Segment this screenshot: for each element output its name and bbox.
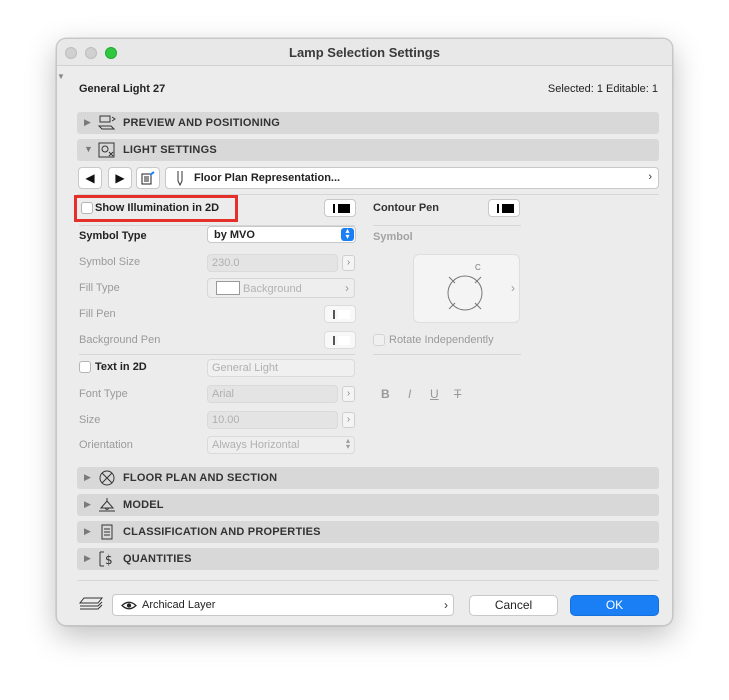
bold-button[interactable]: B xyxy=(381,387,390,401)
page-tree-button[interactable] xyxy=(136,167,160,189)
expand-arrow-icon: ▶ xyxy=(84,526,91,536)
lamp-selection-settings-dialog: Lamp Selection Settings ▼ General Light … xyxy=(56,38,673,626)
orientation-value: Always Horizontal xyxy=(212,439,300,451)
size-field[interactable]: 10.00 xyxy=(207,411,338,429)
background-pen-button[interactable] xyxy=(324,331,356,349)
title-bar: Lamp Selection Settings xyxy=(57,39,672,66)
layer-name: Archicad Layer xyxy=(142,599,216,611)
selection-info: Selected: 1 Editable: 1 xyxy=(547,83,658,95)
object-name: General Light 27 xyxy=(79,83,166,95)
symbol-size-field[interactable]: 230.0 xyxy=(207,254,338,272)
strikethrough-button[interactable]: T xyxy=(454,387,461,401)
fill-pen-label: Fill Pen xyxy=(79,308,116,320)
font-type-label: Font Type xyxy=(79,388,128,400)
chevron-right-icon: › xyxy=(648,171,652,183)
pen-tool-icon xyxy=(177,171,183,187)
divider xyxy=(373,354,521,355)
fill-pen-button[interactable] xyxy=(324,305,356,323)
size-label: Size xyxy=(79,414,101,426)
divider xyxy=(373,225,521,226)
orientation-label: Orientation xyxy=(79,439,133,451)
layer-selector[interactable]: Archicad Layer › xyxy=(112,594,454,616)
collapse-arrow-icon: ▼ xyxy=(84,144,93,154)
symbol-size-arrow-button[interactable]: › xyxy=(342,255,355,271)
symbol-type-value: by MVO xyxy=(214,229,255,241)
rotate-independently-checkbox[interactable] xyxy=(373,334,385,346)
rotate-independently-label: Rotate Independently xyxy=(389,334,494,346)
text-in-2d-checkbox[interactable] xyxy=(79,361,91,373)
layer-icon xyxy=(78,597,104,610)
classification-icon xyxy=(101,524,113,540)
floor-plan-icon xyxy=(99,470,115,486)
section-model[interactable]: ▶ MODEL xyxy=(77,494,659,516)
select-arrows-icon: ▴ ▾ xyxy=(341,227,354,241)
text-in-2d-label: Text in 2D xyxy=(95,361,147,373)
background-pen-label: Background Pen xyxy=(79,334,161,346)
page-selector-label: Floor Plan Representation... xyxy=(194,172,341,184)
show-illumination-label: Show Illumination in 2D xyxy=(95,202,220,214)
text-in-2d-field[interactable]: General Light xyxy=(207,359,355,377)
next-page-button[interactable]: ▶ xyxy=(108,167,132,189)
cancel-button[interactable]: Cancel xyxy=(469,595,558,616)
section-preview-and-positioning[interactable]: ▶ PREVIEW AND POSITIONING xyxy=(77,112,659,134)
lamp-symbol-icon xyxy=(447,275,483,311)
expand-arrow-icon: ▶ xyxy=(84,499,91,509)
expand-arrow-icon: ▶ xyxy=(84,117,91,127)
symbol-preview-box[interactable]: C › xyxy=(413,254,520,323)
chevron-right-icon: › xyxy=(444,598,448,612)
illumination-pen-button[interactable] xyxy=(324,199,356,217)
chevron-right-icon: › xyxy=(511,281,515,295)
contour-pen-button[interactable] xyxy=(488,199,520,217)
underline-button[interactable]: U xyxy=(430,387,439,401)
page-selector-dropdown[interactable]: Floor Plan Representation... › xyxy=(165,167,659,189)
divider xyxy=(77,580,659,581)
eye-icon xyxy=(121,601,137,610)
symbol-type-label: Symbol Type xyxy=(79,230,147,242)
italic-button[interactable]: I xyxy=(408,387,411,401)
orientation-select[interactable]: Always Horizontal ▴ ▾ xyxy=(207,436,355,454)
section-label: QUANTITIES xyxy=(123,553,192,565)
divider xyxy=(79,354,355,355)
expand-arrow-icon: ▶ xyxy=(84,553,91,563)
size-arrow-button[interactable]: › xyxy=(342,412,355,428)
fill-type-value: Background xyxy=(243,283,302,295)
contour-pen-label: Contour Pen xyxy=(373,202,439,214)
section-label: LIGHT SETTINGS xyxy=(123,144,217,156)
fill-type-label: Fill Type xyxy=(79,282,120,294)
fill-type-select[interactable]: Background › xyxy=(207,278,355,298)
section-light-settings[interactable]: ▼ LIGHT SETTINGS xyxy=(77,139,659,161)
section-label: PREVIEW AND POSITIONING xyxy=(123,117,280,129)
fill-swatch xyxy=(216,281,240,295)
section-label: CLASSIFICATION AND PROPERTIES xyxy=(123,526,321,538)
svg-text:$: $ xyxy=(105,553,113,567)
page-tree-icon xyxy=(141,171,155,185)
panel-collapse-marker[interactable]: ▼ xyxy=(57,72,65,81)
symbol-size-label: Symbol Size xyxy=(79,256,141,268)
font-type-field[interactable]: Arial xyxy=(207,385,338,403)
quantities-icon: $ xyxy=(99,551,113,567)
expand-arrow-icon: ▶ xyxy=(84,472,91,482)
section-classification-and-properties[interactable]: ▶ CLASSIFICATION AND PROPERTIES xyxy=(77,521,659,543)
font-type-arrow-button[interactable]: › xyxy=(342,386,355,402)
symbol-preview-letter: C xyxy=(475,263,481,272)
light-settings-icon xyxy=(98,142,115,158)
chevron-right-icon: › xyxy=(345,281,349,295)
symbol-label: Symbol xyxy=(373,231,413,243)
section-label: FLOOR PLAN AND SECTION xyxy=(123,472,278,484)
preview-positioning-icon xyxy=(97,115,116,130)
previous-page-button[interactable]: ◀ xyxy=(78,167,102,189)
lamp-model-icon xyxy=(99,498,115,512)
section-label: MODEL xyxy=(123,499,164,511)
select-arrows-icon: ▴ ▾ xyxy=(345,436,350,451)
symbol-type-select[interactable]: by MVO ▴ ▾ xyxy=(207,226,356,243)
section-floor-plan-and-section[interactable]: ▶ FLOOR PLAN AND SECTION xyxy=(77,467,659,489)
ok-button[interactable]: OK xyxy=(570,595,659,616)
show-illumination-checkbox[interactable] xyxy=(81,202,93,214)
window-title: Lamp Selection Settings xyxy=(289,45,440,60)
section-quantities[interactable]: ▶ $ QUANTITIES xyxy=(77,548,659,570)
